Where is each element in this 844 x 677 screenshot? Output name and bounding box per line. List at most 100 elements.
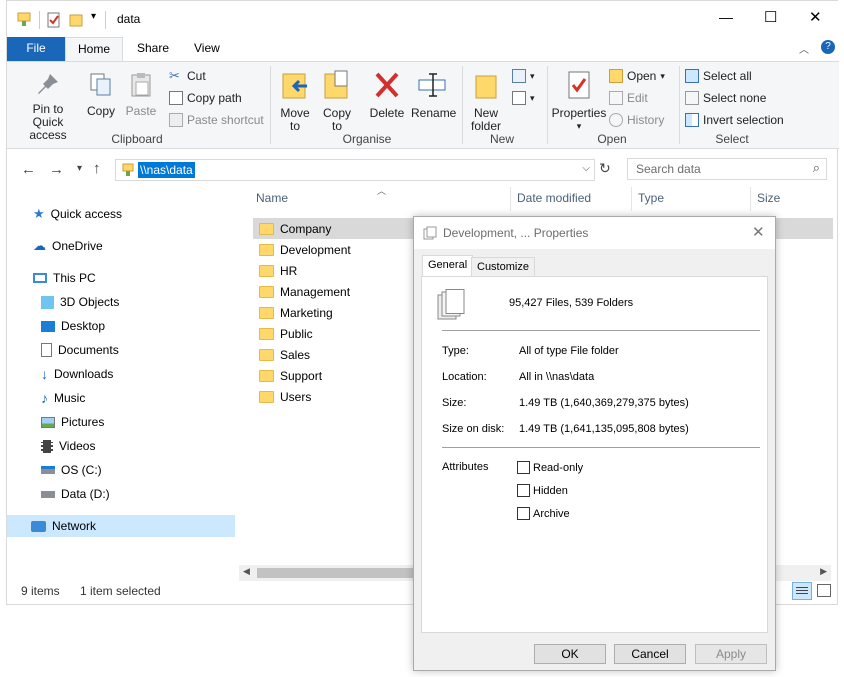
open-button[interactable]: Open ▾ bbox=[609, 67, 665, 85]
nav-quick-access[interactable]: ★ Quick access bbox=[33, 203, 122, 225]
copy-to-label: Copy to bbox=[322, 106, 351, 133]
archive-checkbox[interactable] bbox=[517, 507, 530, 520]
properties-label: Properties bbox=[551, 106, 607, 120]
file-name: Sales bbox=[280, 347, 311, 362]
minimize-button[interactable]: — bbox=[719, 9, 733, 25]
new-folder-button[interactable]: New folder bbox=[467, 70, 505, 133]
properties-icon bbox=[568, 71, 590, 99]
rename-button[interactable]: Rename bbox=[411, 70, 457, 120]
hidden-checkbox[interactable] bbox=[517, 484, 530, 497]
size-on-disk-label: Size on disk: bbox=[442, 423, 505, 435]
scroll-right-icon[interactable]: ▶ bbox=[820, 566, 827, 577]
column-size[interactable]: Size bbox=[757, 191, 780, 205]
tab-home[interactable]: Home bbox=[65, 37, 123, 61]
rename-label: Rename bbox=[411, 106, 457, 120]
nav-documents[interactable]: Documents bbox=[41, 339, 119, 361]
large-icons-view-icon[interactable] bbox=[817, 584, 831, 597]
copy-path-button[interactable]: Copy path bbox=[169, 89, 242, 107]
nav-data-d[interactable]: Data (D:) bbox=[41, 483, 110, 505]
paste-shortcut-button[interactable]: Paste shortcut bbox=[169, 111, 264, 129]
search-icon[interactable]: ⌕ bbox=[813, 160, 820, 176]
nav-onedrive[interactable]: ☁ OneDrive bbox=[33, 235, 103, 257]
move-to-button[interactable]: Move to bbox=[277, 70, 313, 133]
history-button[interactable]: History bbox=[609, 111, 664, 129]
location-value: All in \\nas\data bbox=[519, 371, 595, 383]
scroll-left-icon[interactable]: ◀ bbox=[243, 566, 250, 577]
properties-button[interactable]: Properties ▾ bbox=[551, 70, 607, 133]
forward-arrow-icon[interactable]: → bbox=[49, 161, 64, 178]
help-icon[interactable]: ? bbox=[821, 40, 835, 54]
dialog-tab-customize[interactable]: Customize bbox=[471, 257, 535, 277]
easy-access-button[interactable]: ▾ bbox=[512, 89, 535, 107]
column-name[interactable]: Name bbox=[256, 191, 288, 205]
up-arrow-icon[interactable]: ↑ bbox=[93, 160, 101, 177]
collapse-ribbon-icon[interactable]: ︿ bbox=[799, 41, 809, 56]
scroll-thumb[interactable] bbox=[257, 568, 413, 578]
ribbon: Pin to Quick access Copy Paste ✂ Cut Cop… bbox=[7, 61, 839, 149]
paste-button[interactable]: Paste bbox=[125, 72, 157, 118]
search-box[interactable]: Search data ⌕ bbox=[627, 158, 827, 180]
select-all-button[interactable]: Select all bbox=[685, 67, 752, 85]
nav-pictures[interactable]: Pictures bbox=[41, 411, 104, 433]
copy-path-icon bbox=[169, 91, 183, 105]
edit-button[interactable]: Edit bbox=[609, 89, 648, 107]
tab-file[interactable]: File bbox=[7, 37, 65, 61]
open-label: Open bbox=[627, 69, 657, 83]
cancel-button[interactable]: Cancel bbox=[614, 644, 686, 664]
divider bbox=[442, 330, 760, 331]
delete-button[interactable]: Delete bbox=[367, 70, 407, 120]
column-divider bbox=[510, 187, 511, 211]
nav-3d-objects[interactable]: 3D Objects bbox=[41, 291, 119, 313]
copy-icon bbox=[90, 73, 111, 96]
nav-music[interactable]: ♪ Music bbox=[41, 387, 85, 409]
invert-selection-icon bbox=[685, 113, 699, 127]
music-note-icon: ♪ bbox=[41, 390, 48, 406]
copy-to-button[interactable]: Copy to bbox=[319, 70, 355, 133]
readonly-checkbox-row[interactable]: Read-only bbox=[517, 461, 583, 474]
select-none-button[interactable]: Select none bbox=[685, 89, 766, 107]
dialog-close-button[interactable]: ✕ bbox=[752, 223, 765, 241]
nav-desktop[interactable]: Desktop bbox=[41, 315, 105, 337]
hidden-checkbox-row[interactable]: Hidden bbox=[517, 484, 568, 497]
back-arrow-icon[interactable]: ← bbox=[21, 161, 36, 178]
maximize-button[interactable]: ☐ bbox=[764, 8, 777, 26]
ribbon-separator bbox=[270, 66, 271, 144]
refresh-icon[interactable]: ↻ bbox=[599, 160, 611, 177]
nav-this-pc[interactable]: This PC bbox=[33, 267, 96, 289]
pin-quick-access-button[interactable]: Pin to Quick access bbox=[13, 72, 83, 142]
archive-checkbox-row[interactable]: Archive bbox=[517, 507, 570, 520]
tab-share[interactable]: Share bbox=[125, 37, 181, 61]
column-type[interactable]: Type bbox=[638, 191, 664, 205]
dialog-title: Development, ... Properties bbox=[443, 226, 589, 240]
paste-shortcut-label: Paste shortcut bbox=[187, 113, 264, 127]
customize-qa-icon[interactable]: ▾ bbox=[91, 11, 96, 22]
address-bar[interactable]: \\nas\data ⌵ bbox=[115, 159, 595, 181]
nav-os-c[interactable]: OS (C:) bbox=[41, 459, 102, 481]
nav-videos[interactable]: Videos bbox=[41, 435, 95, 457]
details-view-icon[interactable] bbox=[792, 582, 812, 600]
readonly-checkbox[interactable] bbox=[517, 461, 530, 474]
properties-quick-icon[interactable] bbox=[47, 12, 61, 28]
ribbon-separator bbox=[679, 66, 680, 144]
ok-button[interactable]: OK bbox=[534, 644, 606, 664]
invert-selection-button[interactable]: Invert selection bbox=[685, 111, 784, 129]
cut-button[interactable]: ✂ Cut bbox=[169, 67, 206, 85]
address-path[interactable]: \\nas\data bbox=[138, 162, 195, 178]
close-button[interactable]: ✕ bbox=[809, 8, 822, 26]
dialog-title-bar: Development, ... Properties ✕ bbox=[414, 217, 775, 249]
nav-downloads[interactable]: ↓ Downloads bbox=[41, 363, 113, 385]
archive-label: Archive bbox=[533, 507, 570, 520]
address-dropdown-icon[interactable]: ⌵ bbox=[582, 163, 590, 174]
ribbon-tabs: File Home Share View ︿ ? bbox=[7, 37, 839, 61]
dialog-tab-general[interactable]: General bbox=[422, 255, 474, 277]
sort-ascending-icon: ︿ bbox=[377, 186, 387, 196]
new-folder-quick-icon[interactable] bbox=[69, 12, 83, 28]
copy-button[interactable]: Copy bbox=[85, 72, 117, 118]
tab-view[interactable]: View bbox=[182, 37, 232, 61]
nav-network[interactable]: Network bbox=[7, 515, 235, 537]
column-date-modified[interactable]: Date modified bbox=[517, 191, 591, 205]
nav-label: Quick access bbox=[50, 207, 123, 221]
apply-button[interactable]: Apply bbox=[695, 644, 767, 664]
new-item-button[interactable]: ▾ bbox=[512, 67, 535, 85]
recent-locations-icon[interactable]: ▾ bbox=[77, 163, 82, 174]
